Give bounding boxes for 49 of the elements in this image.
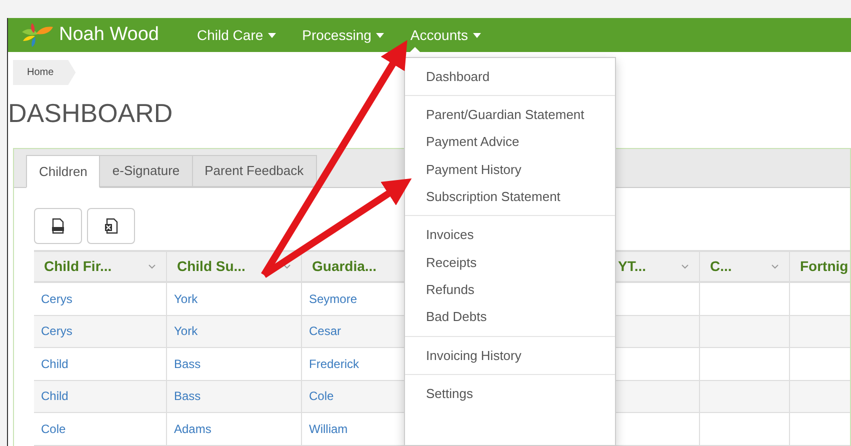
spreadsheet-file-icon <box>104 218 118 234</box>
table-cell-link[interactable]: Frederick <box>309 354 360 373</box>
table-cell-link[interactable]: Cole <box>309 387 334 406</box>
table-cell-link[interactable]: William <box>309 420 348 438</box>
nav-menu[interactable]: Child Care <box>184 18 290 52</box>
table-cell-link[interactable]: Adams <box>174 420 212 438</box>
column-header[interactable]: Guardia... <box>312 256 396 277</box>
table-cell-link[interactable]: Cerys <box>41 322 72 340</box>
table-cell-link[interactable]: York <box>174 290 198 308</box>
menu-item[interactable]: Refunds <box>405 276 615 304</box>
menu-item[interactable]: Subscription Statement <box>405 183 615 210</box>
nav-menu[interactable]: Processing <box>289 18 398 52</box>
menu-item[interactable]: Invoicing History <box>405 342 615 369</box>
export-button[interactable] <box>34 208 82 244</box>
table-cell-link[interactable]: Cesar <box>309 322 342 340</box>
column-header[interactable]: YT... <box>618 256 681 277</box>
column-header[interactable]: C... <box>710 256 771 277</box>
table-cell-link[interactable]: York <box>174 322 198 340</box>
column-header[interactable]: Fortnig <box>800 256 851 277</box>
table-cell-link[interactable]: Seymore <box>309 290 358 308</box>
table-cell-link[interactable]: Child <box>41 354 68 373</box>
pdf-file-icon <box>51 218 65 234</box>
menu-item[interactable]: Payment Advice <box>405 128 615 156</box>
page-title: DASHBOARD <box>8 100 173 126</box>
menu-item[interactable]: Payment History <box>405 156 615 184</box>
tab[interactable]: e-Signature <box>100 155 193 187</box>
export-button[interactable] <box>87 208 135 244</box>
tab[interactable]: Parent Feedback <box>192 155 317 187</box>
brand-name: Noah Wood <box>59 22 159 47</box>
menu-item[interactable]: Settings <box>405 380 615 408</box>
menu-item[interactable]: Dashboard <box>405 63 615 90</box>
tab[interactable]: Children <box>26 155 100 188</box>
menu-item[interactable]: Receipts <box>405 248 615 276</box>
column-header[interactable]: Child Su... <box>177 256 283 277</box>
logo-icon <box>20 22 54 48</box>
menu-item[interactable]: Bad Debts <box>405 303 615 331</box>
menu-item[interactable]: Parent/Guardian Statement <box>405 101 615 129</box>
table-cell-link[interactable]: Child <box>41 387 68 406</box>
table-cell-link[interactable]: Bass <box>174 387 201 406</box>
column-header[interactable]: Child Fir... <box>44 256 148 277</box>
table-cell-link[interactable]: Bass <box>174 354 201 373</box>
table-cell-link[interactable]: Cerys <box>41 290 72 308</box>
menu-item[interactable]: Invoices <box>405 221 615 249</box>
chevron-down-icon[interactable] <box>771 264 779 269</box>
chevron-down-icon[interactable] <box>283 264 291 269</box>
chevron-down-icon[interactable] <box>681 264 689 269</box>
table-cell-link[interactable]: Cole <box>41 420 66 438</box>
chevron-down-icon[interactable] <box>148 264 156 269</box>
breadcrumb-link[interactable]: Home <box>13 60 76 85</box>
